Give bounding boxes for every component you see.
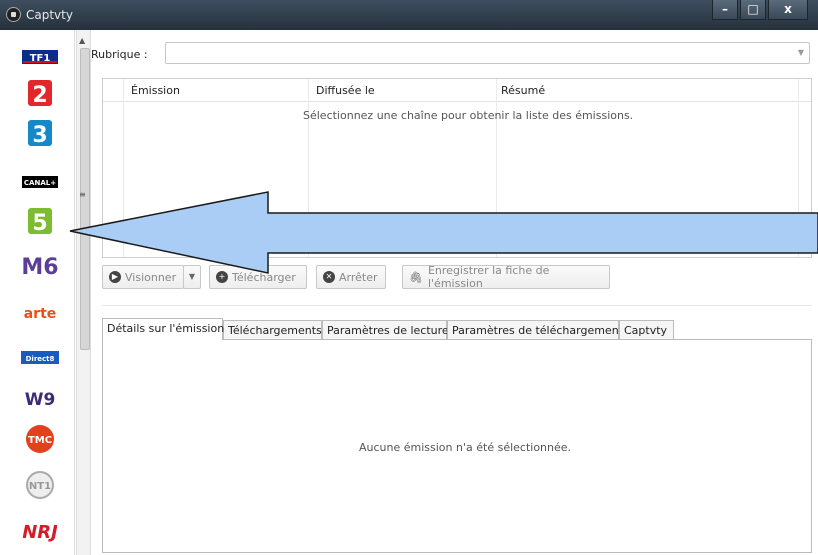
paperclip-icon: 🖇	[409, 270, 423, 284]
tab-details[interactable]: Détails sur l'émission	[102, 318, 224, 340]
main-panel: Rubrique : ▼ Émission Diffusée le Résumé…	[91, 30, 818, 555]
tab-lecture[interactable]: Paramètres de lecture	[322, 320, 449, 340]
details-empty-message: Aucune émission n'a été sélectionnée.	[359, 441, 572, 454]
svg-text:arte: arte	[24, 306, 57, 322]
tmc-logo: TMC	[26, 425, 54, 453]
plus-icon: +	[216, 271, 228, 283]
channel-w9[interactable]: W9	[18, 383, 62, 413]
visionner-button[interactable]: ▶ Visionner	[102, 265, 184, 289]
svg-text:M6: M6	[21, 255, 58, 279]
svg-text:W9: W9	[25, 390, 56, 409]
close-button[interactable]: x	[768, 0, 808, 20]
minimize-button[interactable]: –	[712, 0, 738, 20]
telecharger-button[interactable]: + Télécharger	[209, 265, 307, 289]
scrollbar-grip-icon: ≡	[79, 190, 86, 199]
channel-nrj12[interactable]: NRJ	[18, 514, 62, 544]
play-icon: ▶	[109, 271, 121, 283]
sidebar-scrollbar[interactable]: ▲ ≡	[76, 30, 91, 555]
arreter-button[interactable]: ✕ Arrêter	[316, 265, 386, 289]
france3-logo: 3	[28, 120, 52, 147]
channel-sidebar: TF1 2 3 CANAL+ 5 M6 arte Direct8 W9 TMC	[8, 30, 75, 555]
tf1-logo: TF1	[22, 50, 58, 64]
m6-logo: M6	[21, 255, 58, 279]
nt1-logo: NT1	[26, 471, 54, 499]
w9-logo: W9	[25, 390, 56, 409]
maximize-button[interactable]: □	[740, 0, 766, 20]
action-toolbar: ▶ Visionner ▼ + Télécharger ✕ Arrêter 🖇 …	[102, 264, 812, 293]
svg-text:TMC: TMC	[28, 435, 52, 446]
france2-logo: 2	[28, 80, 52, 107]
table-empty-message: Sélectionnez une chaîne pour obtenir la …	[303, 109, 634, 122]
rubrique-label: Rubrique :	[91, 48, 148, 61]
details-panel: Aucune émission n'a été sélectionnée.	[102, 339, 812, 553]
stop-icon: ✕	[323, 271, 335, 283]
tab-telechargements[interactable]: Téléchargements	[223, 320, 322, 340]
app-icon	[6, 7, 21, 22]
svg-text:Direct8: Direct8	[26, 355, 55, 363]
arte-logo: arte	[24, 306, 57, 322]
channel-france5[interactable]: 5	[18, 206, 62, 236]
svg-text:NT1: NT1	[29, 481, 51, 492]
svg-text:CANAL+: CANAL+	[24, 179, 56, 187]
col-diffusee[interactable]: Diffusée le	[316, 84, 375, 97]
channel-nt1[interactable]: NT1	[18, 470, 62, 500]
direct8-logo: Direct8	[21, 350, 59, 364]
scroll-up-icon[interactable]: ▲	[79, 36, 85, 45]
channel-canalplus[interactable]: CANAL+	[18, 167, 62, 197]
table-header: Émission Diffusée le Résumé	[103, 79, 811, 102]
title-bar: Captvty – □ x	[0, 0, 818, 31]
visionner-dropdown[interactable]: ▼	[183, 265, 201, 289]
enregistrer-button[interactable]: 🖇 Enregistrer la fiche de l'émission	[402, 264, 610, 290]
col-emission[interactable]: Émission	[131, 84, 180, 97]
col-resume[interactable]: Résumé	[501, 84, 545, 97]
channel-tmc[interactable]: TMC	[18, 424, 62, 454]
svg-text:5: 5	[32, 211, 47, 235]
svg-text:NRJ: NRJ	[23, 522, 57, 543]
chevron-down-icon: ▼	[797, 48, 804, 57]
channel-arte[interactable]: arte	[18, 298, 62, 328]
channel-france3[interactable]: 3	[18, 118, 62, 148]
channel-direct8[interactable]: Direct8	[18, 342, 62, 372]
nrj-logo: NRJ	[23, 522, 57, 543]
channel-tf1[interactable]: TF1	[18, 42, 62, 72]
divider	[102, 305, 812, 306]
canalplus-logo: CANAL+	[22, 176, 58, 188]
tab-parametres-telechargement[interactable]: Paramètres de téléchargement	[447, 320, 623, 340]
chevron-down-icon: ▼	[188, 272, 196, 281]
emissions-table[interactable]: Émission Diffusée le Résumé Sélectionnez…	[102, 78, 812, 258]
channel-m6[interactable]: M6	[18, 250, 62, 280]
rubrique-select[interactable]: ▼	[165, 42, 810, 64]
svg-text:2: 2	[32, 83, 47, 107]
tab-captvty[interactable]: Captvty	[619, 320, 674, 340]
channel-france2[interactable]: 2	[18, 78, 62, 108]
scrollbar-thumb[interactable]	[80, 48, 90, 350]
france5-logo: 5	[28, 208, 52, 235]
window-title: Captvty	[26, 8, 73, 22]
svg-text:3: 3	[32, 123, 47, 147]
